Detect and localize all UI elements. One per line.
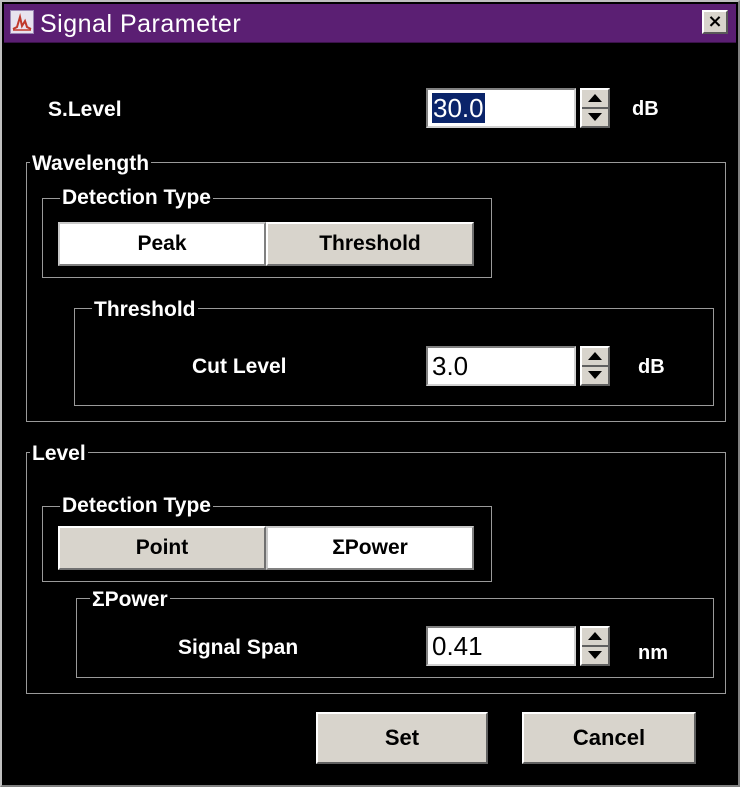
detection-peak-option[interactable]: Peak	[58, 222, 266, 266]
signal-span-input[interactable]: 0.41	[426, 626, 576, 666]
close-icon: ×	[707, 11, 723, 32]
sigma-power-group	[76, 598, 714, 678]
cut-level-label: Cut Level	[192, 355, 287, 378]
spin-down-icon[interactable]	[588, 371, 602, 379]
sigma-power-group-label: ΣPower	[90, 588, 170, 612]
level-detection-type-label: Detection Type	[60, 494, 213, 518]
cut-level-spinner[interactable]	[580, 346, 610, 386]
cut-level-unit: dB	[638, 356, 665, 378]
detection-threshold-option[interactable]: Threshold	[266, 222, 474, 266]
s-level-spinner[interactable]	[580, 88, 610, 128]
level-group-label: Level	[30, 442, 88, 466]
close-button[interactable]: ×	[702, 10, 728, 34]
signal-parameter-dialog: Signal Parameter × S.Level 30.0 dB Wavel…	[0, 0, 740, 787]
window-title: Signal Parameter	[40, 10, 242, 38]
title-bar[interactable]: Signal Parameter ×	[4, 4, 736, 43]
cut-level-input[interactable]: 3.0	[426, 346, 576, 386]
cancel-button[interactable]: Cancel	[522, 712, 696, 764]
s-level-unit: dB	[632, 98, 659, 120]
set-button[interactable]: Set	[316, 712, 488, 764]
s-level-value: 30.0	[432, 93, 485, 123]
wavelength-detection-type-label: Detection Type	[60, 186, 213, 210]
s-level-label: S.Level	[48, 98, 122, 121]
detection-point-option[interactable]: Point	[58, 526, 266, 570]
threshold-group	[74, 308, 714, 406]
spin-down-icon[interactable]	[588, 651, 602, 659]
signal-span-label: Signal Span	[178, 636, 299, 659]
app-spectrum-icon	[10, 10, 34, 34]
spin-up-icon[interactable]	[588, 352, 602, 360]
spin-up-icon[interactable]	[588, 94, 602, 102]
threshold-group-label: Threshold	[92, 298, 198, 322]
signal-span-unit: nm	[638, 642, 668, 664]
spin-up-icon[interactable]	[588, 632, 602, 640]
s-level-input[interactable]: 30.0	[426, 88, 576, 128]
wavelength-group-label: Wavelength	[30, 152, 152, 176]
detection-sigma-power-option[interactable]: ΣPower	[266, 526, 474, 570]
spin-down-icon[interactable]	[588, 113, 602, 121]
signal-span-spinner[interactable]	[580, 626, 610, 666]
